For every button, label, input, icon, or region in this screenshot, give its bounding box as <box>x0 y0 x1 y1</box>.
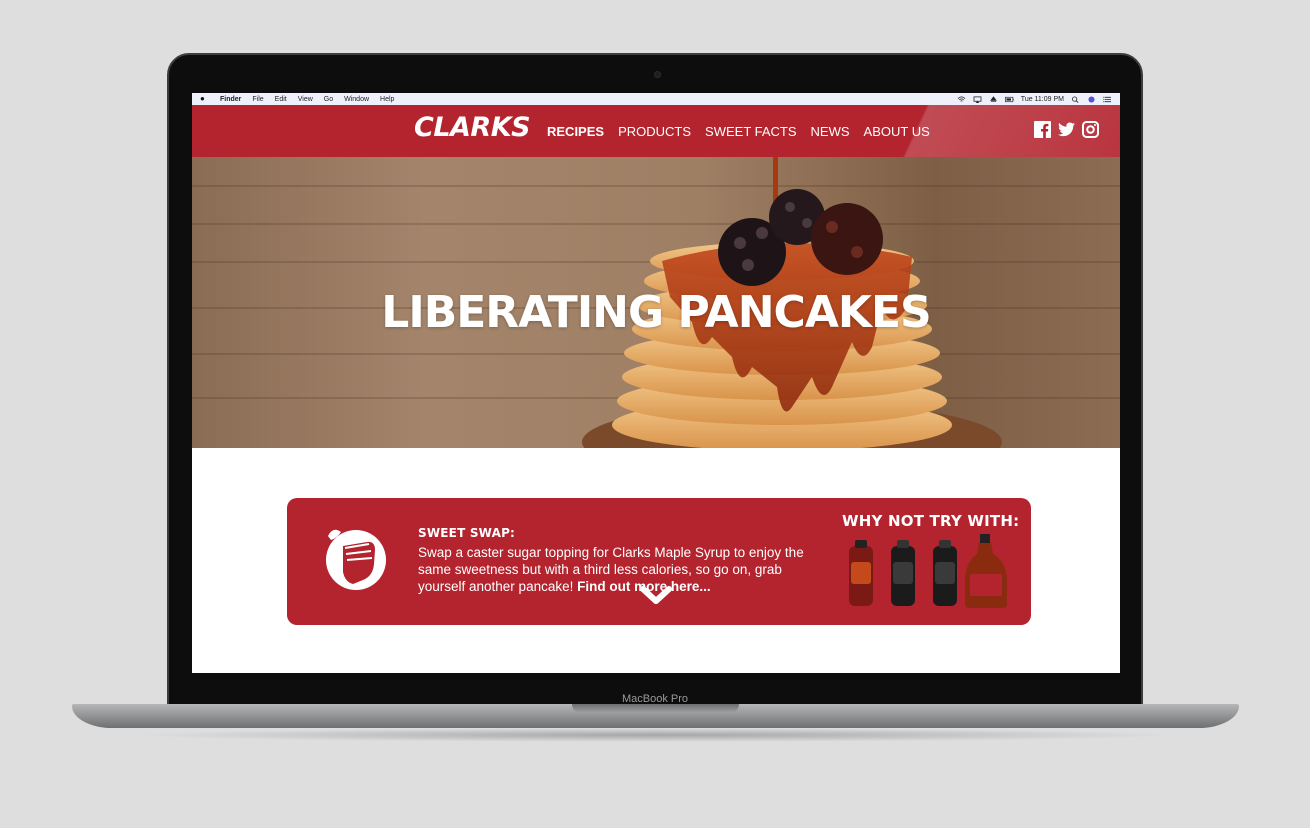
menu-finder[interactable]: Finder <box>220 96 241 103</box>
why-not-try-title: WHY NOT TRY WITH: <box>842 512 1020 530</box>
menu-help[interactable]: Help <box>380 96 394 103</box>
menu-edit[interactable]: Edit <box>275 96 287 103</box>
hero-title: LIBERATING PANCAKES <box>381 287 931 338</box>
webcam <box>654 71 661 78</box>
fist-logo-icon <box>326 529 386 590</box>
laptop-notch <box>572 704 739 713</box>
twitter-icon[interactable] <box>1058 121 1075 138</box>
apple-menu-icon[interactable]: ● <box>200 95 208 103</box>
siri-icon[interactable] <box>1087 95 1096 103</box>
menubar-status-area: Tue 11:09 PM <box>957 96 1112 103</box>
product-bottles-image[interactable] <box>843 532 1013 610</box>
laptop-screen: ● Finder File Edit View Go Window Help T… <box>192 93 1120 673</box>
menubar-clock[interactable]: Tue 11:09 PM <box>1021 96 1064 103</box>
macos-menubar: ● Finder File Edit View Go Window Help T… <box>192 93 1120 105</box>
nav-recipes[interactable]: RECIPES <box>547 124 604 139</box>
sweet-swap-title: SWEET SWAP: <box>418 526 516 540</box>
social-links <box>1034 121 1099 138</box>
sweet-swap-text: Swap a caster sugar topping for Clarks M… <box>418 544 818 595</box>
laptop-shadow <box>130 728 1180 742</box>
menu-file[interactable]: File <box>252 96 263 103</box>
laptop-base <box>72 704 1239 728</box>
sweet-swap-panel: SWEET SWAP: Swap a caster sugar topping … <box>287 498 1031 625</box>
clarks-logo[interactable]: CLARKS <box>414 112 531 143</box>
menu-window[interactable]: Window <box>344 96 369 103</box>
nav-products[interactable]: PRODUCTS <box>618 124 691 139</box>
battery-icon[interactable] <box>1004 96 1014 103</box>
nav-about-us[interactable]: ABOUT US <box>864 124 930 139</box>
scroll-down-chevron-icon[interactable] <box>640 586 672 606</box>
facebook-icon[interactable] <box>1034 121 1051 138</box>
instagram-icon[interactable] <box>1082 121 1099 138</box>
wifi-icon[interactable] <box>957 95 966 103</box>
hero-banner: LIBERATING PANCAKES <box>192 157 1120 448</box>
menu-view[interactable]: View <box>298 96 313 103</box>
search-icon[interactable] <box>1071 95 1080 103</box>
notification-center-icon[interactable] <box>1103 96 1112 103</box>
site-header: CLARKS RECIPES PRODUCTS SWEET FACTS NEWS… <box>192 105 1120 157</box>
main-nav: RECIPES PRODUCTS SWEET FACTS NEWS ABOUT … <box>547 124 930 139</box>
eject-icon[interactable] <box>989 95 998 103</box>
nav-sweet-facts[interactable]: SWEET FACTS <box>705 124 797 139</box>
menu-go[interactable]: Go <box>324 96 333 103</box>
laptop-lid: ● Finder File Edit View Go Window Help T… <box>167 53 1143 713</box>
nav-news[interactable]: NEWS <box>811 124 850 139</box>
airplay-icon[interactable] <box>973 95 982 103</box>
